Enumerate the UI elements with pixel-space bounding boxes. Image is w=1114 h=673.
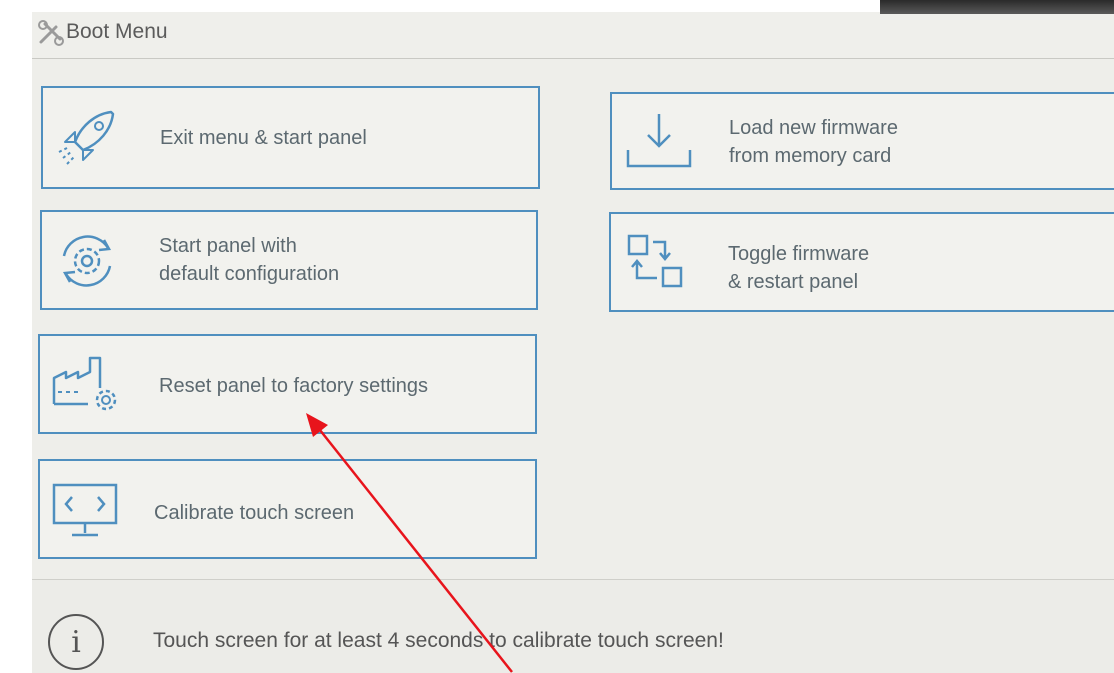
factory-gear-icon: [52, 356, 117, 411]
info-icon: i: [48, 614, 104, 670]
info-footer: i Touch screen for at least 4 seconds to…: [32, 579, 1114, 673]
factory-reset-button[interactable]: Reset panel to factory settings: [38, 334, 537, 434]
rocket-icon: [58, 110, 115, 165]
load-firmware-line2: from memory card: [729, 145, 892, 167]
page-title: Boot Menu: [66, 20, 168, 43]
toggle-firmware-line1: Toggle firmware: [728, 243, 870, 265]
load-firmware-button[interactable]: Load new firmware from memory card: [610, 92, 1114, 190]
gear-refresh-icon: [62, 235, 112, 287]
download-icon: [626, 114, 692, 168]
swap-icon: [627, 234, 683, 288]
load-firmware-line1: Load new firmware: [729, 117, 898, 139]
tools-icon: [38, 20, 64, 46]
default-config-line2: default configuration: [159, 263, 340, 285]
info-message: Touch screen for at least 4 seconds to c…: [153, 629, 724, 652]
calibrate-label: Calibrate touch screen: [154, 502, 355, 524]
boot-menu-screen: Boot Menu Exit menu & start panel Start …: [32, 12, 1114, 673]
info-glyph: i: [71, 624, 81, 660]
calibrate-button[interactable]: Calibrate touch screen: [38, 459, 537, 559]
monitor-icon: [52, 483, 118, 537]
exit-menu-button[interactable]: Exit menu & start panel: [41, 86, 540, 189]
toggle-firmware-button[interactable]: Toggle firmware & restart panel: [609, 212, 1114, 312]
device-bezel: [880, 0, 1114, 14]
default-config-line1: Start panel with: [159, 235, 297, 257]
factory-reset-label: Reset panel to factory settings: [159, 375, 429, 397]
exit-menu-label: Exit menu & start panel: [160, 127, 367, 149]
title-bar: Boot Menu: [32, 12, 1114, 59]
toggle-firmware-line2: & restart panel: [728, 271, 859, 293]
default-config-button[interactable]: Start panel with default configuration: [40, 210, 538, 310]
